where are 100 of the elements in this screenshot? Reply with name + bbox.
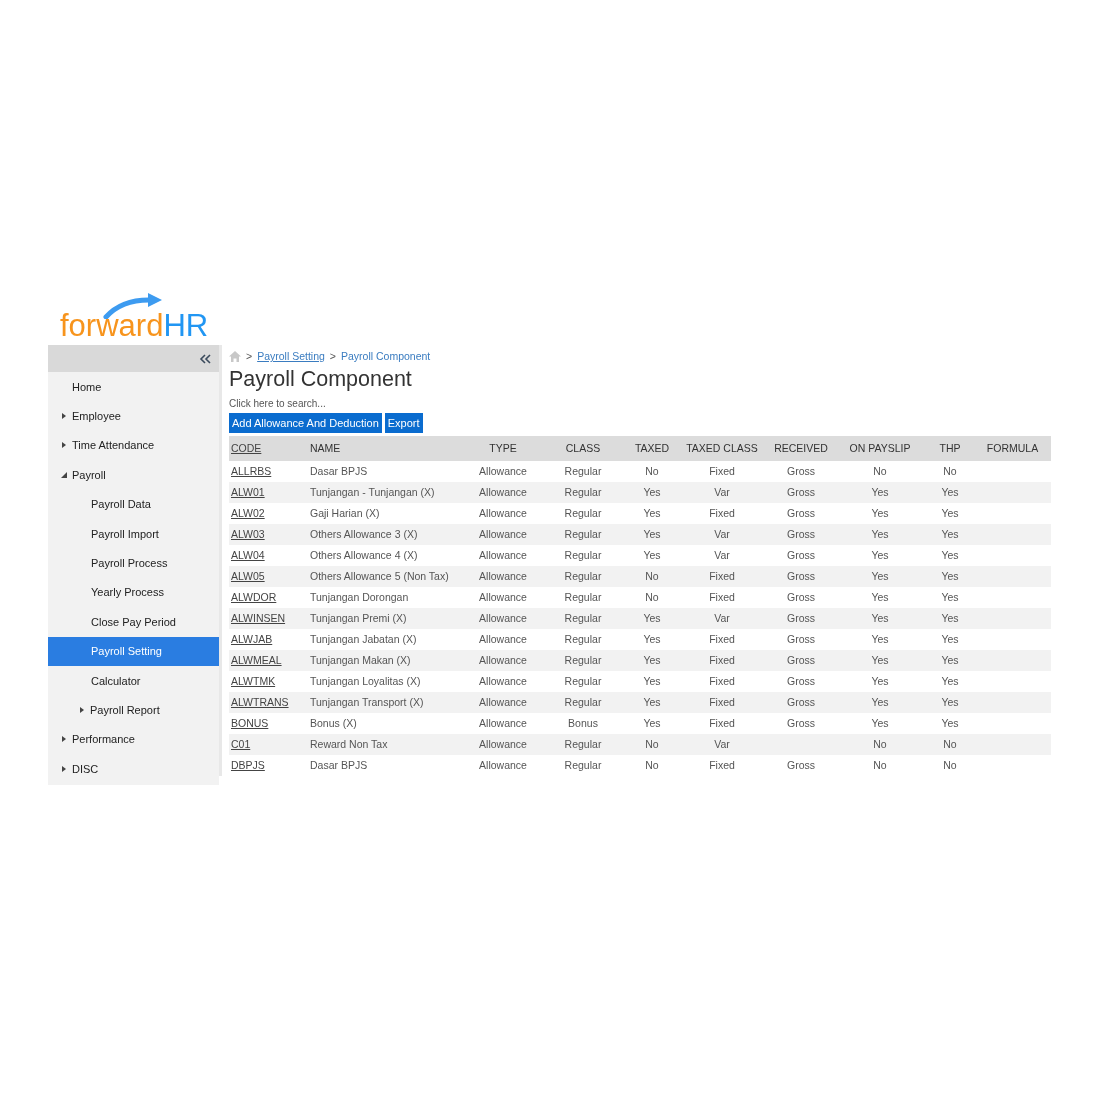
table-cell: Yes <box>941 486 959 499</box>
code-link[interactable]: ALLRBS <box>231 465 272 478</box>
sidebar-item[interactable]: Time Attendance <box>48 430 219 461</box>
code-link[interactable]: C01 <box>231 738 251 751</box>
table-cell: Gross <box>787 465 815 478</box>
table-cell: Gross <box>787 633 815 646</box>
code-link[interactable]: DBPJS <box>231 759 265 772</box>
sidebar-item[interactable]: Payroll Data <box>48 489 219 519</box>
separator-icon: > <box>246 350 253 362</box>
table-cell: Var <box>714 528 730 541</box>
table-cell: Others Allowance 4 (X) <box>310 549 418 562</box>
table-cell: Regular <box>564 612 602 625</box>
caret-right-icon[interactable] <box>60 735 68 744</box>
table-cell: Fixed <box>709 507 735 520</box>
code-link[interactable]: ALWJAB <box>231 633 273 646</box>
sidebar-item[interactable]: DISC <box>48 754 219 784</box>
table-cell: Allowance <box>479 717 527 730</box>
table-cell: No <box>645 591 659 604</box>
sidebar-item[interactable]: Payroll Report <box>48 695 219 725</box>
sidebar-item[interactable]: Calculator <box>48 665 219 696</box>
table-cell: Fixed <box>709 675 735 688</box>
table-cell: Regular <box>564 507 602 520</box>
column-header: THP <box>939 442 961 455</box>
sidebar-item[interactable]: Yearly Process <box>48 577 219 608</box>
sidebar-item[interactable]: Close Pay Period <box>48 607 219 637</box>
table-cell: Allowance <box>479 549 527 562</box>
table-cell: Yes <box>871 654 889 667</box>
column-header: TAXED CLASS <box>686 442 758 455</box>
table-cell: Yes <box>871 612 889 625</box>
table-cell: Yes <box>643 696 661 709</box>
sidebar-item[interactable]: Payroll Import <box>48 518 219 549</box>
table-cell: Yes <box>871 633 889 646</box>
caret-right-icon[interactable] <box>78 706 86 714</box>
table-cell: Yes <box>643 717 661 730</box>
column-header: NAME <box>310 442 341 455</box>
table-cell: Var <box>714 549 730 562</box>
table-cell: Dasar BPJS <box>310 759 368 772</box>
caret-right-icon[interactable] <box>60 441 68 450</box>
table-cell: No <box>943 465 957 478</box>
logo: forwardHR <box>60 293 209 341</box>
table-cell: Fixed <box>709 633 735 646</box>
table-cell: Yes <box>643 612 661 625</box>
caret-right-icon[interactable] <box>60 412 68 421</box>
table-cell: Allowance <box>479 633 527 646</box>
table-cell: No <box>645 759 659 772</box>
table-cell: Bonus (X) <box>310 717 357 730</box>
table-cell: Regular <box>564 696 602 709</box>
sidebar-item[interactable]: Home <box>48 372 219 402</box>
table-cell: Regular <box>564 654 602 667</box>
sidebar-item[interactable]: Payroll Process <box>48 548 219 578</box>
search-field[interactable]: Click here to search... <box>229 396 429 410</box>
table-cell: Fixed <box>709 570 735 583</box>
table-cell: Regular <box>564 528 602 541</box>
table-cell: Regular <box>564 486 602 499</box>
table-cell: Bonus <box>568 717 598 730</box>
sidebar-item[interactable]: Payroll Setting <box>48 636 219 666</box>
table-cell: Fixed <box>709 717 735 730</box>
code-link[interactable]: ALW02 <box>231 507 265 520</box>
table-cell: Regular <box>564 549 602 562</box>
code-link[interactable]: ALW04 <box>231 549 265 562</box>
sidebar-item[interactable]: Employee <box>48 401 219 431</box>
table-cell: Tunjangan Premi (X) <box>310 612 407 625</box>
table-cell: No <box>873 738 887 751</box>
table-cell: Yes <box>941 549 959 562</box>
table-cell: Allowance <box>479 570 527 583</box>
collapse-icon[interactable] <box>199 353 211 364</box>
table-cell: Regular <box>564 570 602 583</box>
table-cell: Yes <box>941 570 959 583</box>
table-cell: Regular <box>564 591 602 604</box>
table-cell: Yes <box>643 528 661 541</box>
table-cell: Regular <box>564 759 602 772</box>
toolbar-button[interactable]: Add Allowance And Deduction <box>229 412 382 433</box>
sidebar-item[interactable]: Performance <box>48 724 219 755</box>
table-cell: Regular <box>564 633 602 646</box>
table-cell: Gaji Harian (X) <box>310 507 380 520</box>
code-link[interactable]: ALWDOR <box>231 591 277 604</box>
column-header: TYPE <box>489 442 517 455</box>
table-cell: Others Allowance 3 (X) <box>310 528 418 541</box>
column-header: CLASS <box>565 442 601 455</box>
table-cell: No <box>645 465 659 478</box>
column-header[interactable]: CODE <box>231 442 262 455</box>
table-cell: Yes <box>871 507 889 520</box>
table-cell: Allowance <box>479 654 527 667</box>
table-cell: Yes <box>941 633 959 646</box>
sidebar-item[interactable]: Payroll <box>48 460 219 490</box>
table-cell: Gross <box>787 507 815 520</box>
table-cell: Var <box>714 486 730 499</box>
table-cell: Yes <box>871 696 889 709</box>
table-cell: Yes <box>871 591 889 604</box>
caret-right-icon[interactable] <box>60 764 68 773</box>
table-cell: Regular <box>564 738 602 751</box>
caret-down-icon[interactable] <box>60 470 68 479</box>
breadcrumb-link[interactable]: Payroll Setting <box>257 350 325 362</box>
toolbar-button[interactable]: Export <box>384 412 423 433</box>
table-cell: Fixed <box>709 591 735 604</box>
table-cell: Var <box>714 738 730 751</box>
table-cell: Others Allowance 5 (Non Tax) <box>310 570 449 583</box>
code-link[interactable]: BONUS <box>231 717 269 730</box>
code-link[interactable]: ALWTMK <box>231 675 276 688</box>
table-cell: Yes <box>643 633 661 646</box>
